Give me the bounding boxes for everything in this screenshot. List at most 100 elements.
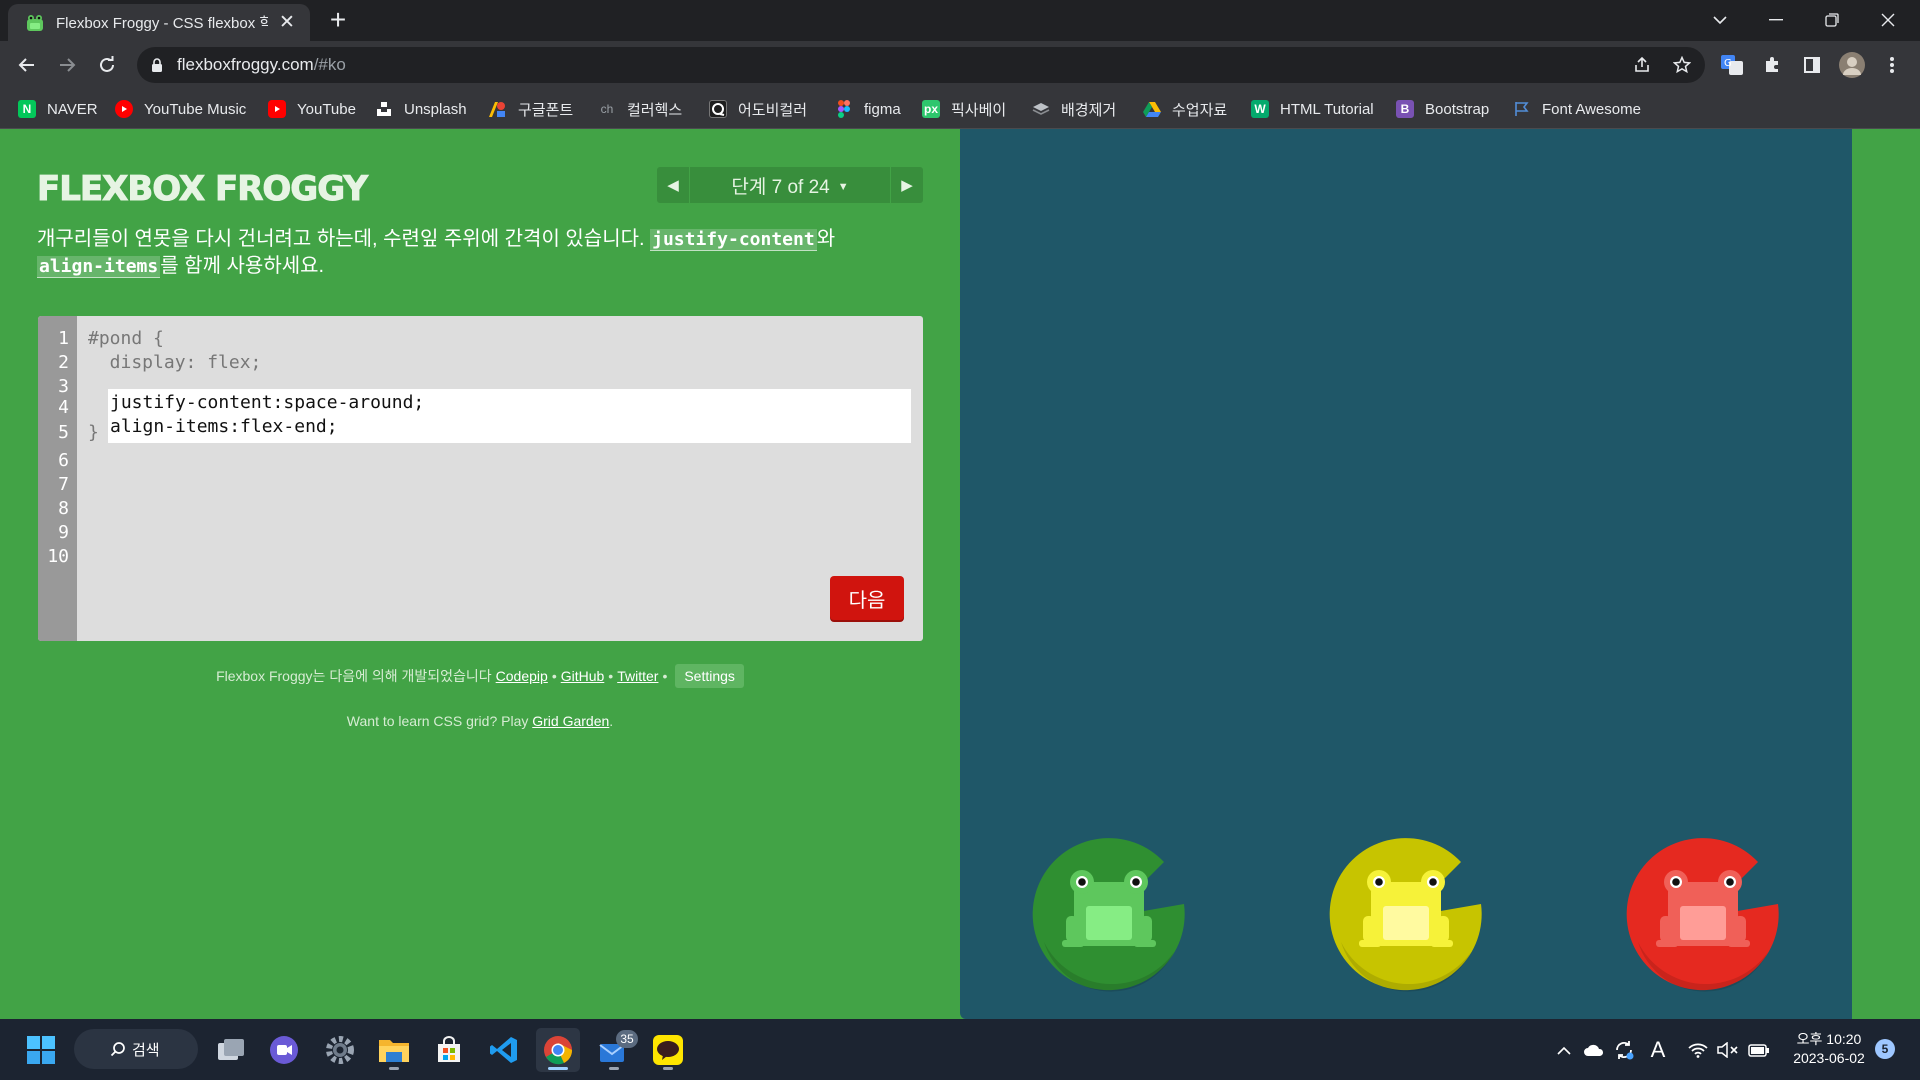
- credits: Flexbox Froggy는 다음에 의해 개발되었습니다 Codepip •…: [0, 664, 960, 688]
- back-button[interactable]: [11, 49, 43, 81]
- pixabay-icon: px: [922, 100, 940, 118]
- restore-icon: [1825, 13, 1839, 27]
- minimize-button[interactable]: [1748, 0, 1804, 40]
- bookmark-figma[interactable]: figma: [835, 96, 901, 122]
- tab-search-button[interactable]: [1692, 0, 1748, 40]
- microsoft-store-button[interactable]: [427, 1028, 471, 1072]
- kakaotalk-button[interactable]: [646, 1028, 690, 1072]
- close-window-button[interactable]: [1860, 0, 1916, 40]
- code-line-5: }: [88, 422, 99, 443]
- credits-text: Flexbox Froggy는 다음에 의해 개발되었습니다: [216, 668, 492, 684]
- tab-strip: Flexbox Froggy - CSS flexbox 학 ✕ +: [0, 0, 1920, 41]
- teams-chat-button[interactable]: [262, 1028, 306, 1072]
- volume-button[interactable]: [1714, 1028, 1742, 1072]
- start-button[interactable]: [19, 1028, 63, 1072]
- active-tab[interactable]: Flexbox Froggy - CSS flexbox 학 ✕: [8, 4, 310, 41]
- bookmark-google-fonts[interactable]: 구글폰트: [489, 96, 573, 122]
- caret-down-icon: ▼: [837, 180, 849, 193]
- bookmark-youtube-music[interactable]: YouTube Music: [115, 96, 246, 122]
- css-input[interactable]: [108, 389, 911, 443]
- level-indicator[interactable]: 단계 7 of 24 ▼: [690, 172, 890, 199]
- bookmark-naver[interactable]: N NAVER: [18, 96, 98, 122]
- task-view-button[interactable]: [209, 1028, 253, 1072]
- css-editor: 1 2 34 5 6 7 8 9 10 #pond { display: flex; }: [38, 316, 923, 641]
- battery-icon: [1748, 1044, 1769, 1057]
- grid-garden-link[interactable]: Grid Garden: [532, 713, 609, 729]
- bookmark-adobe-color[interactable]: 어도비컬러: [709, 96, 807, 122]
- translate-extension-button[interactable]: G: [1716, 49, 1748, 81]
- tab-close-icon[interactable]: ✕: [276, 11, 298, 34]
- chrome-menu-button[interactable]: [1876, 49, 1908, 81]
- bookmark-pixabay[interactable]: px 픽사베이: [922, 96, 1006, 122]
- notification-badge[interactable]: 5: [1875, 1039, 1895, 1059]
- bookmark-w3schools[interactable]: W HTML Tutorial: [1251, 96, 1374, 122]
- code-line-2: display: flex;: [88, 352, 262, 373]
- search-icon: [110, 1042, 125, 1057]
- svg-text:G: G: [1724, 58, 1732, 69]
- file-explorer-button[interactable]: [372, 1028, 416, 1072]
- system-clock[interactable]: 오후 10:20 2023-06-02: [1784, 1030, 1874, 1068]
- remove-bg-icon: [1032, 100, 1050, 118]
- vscode-button[interactable]: [482, 1028, 526, 1072]
- arrow-left-icon: [18, 58, 34, 72]
- game-logo: FLEXBOX FROGGY: [37, 169, 369, 210]
- bookmark-star-button[interactable]: [1666, 49, 1698, 81]
- taskbar-search[interactable]: 검색: [74, 1029, 198, 1069]
- bookmark-font-awesome[interactable]: Font Awesome: [1513, 96, 1641, 122]
- restore-button[interactable]: [1804, 0, 1860, 40]
- address-bar[interactable]: flexboxfroggy.com/#ko: [137, 47, 1705, 83]
- flexbox-froggy-page: FLEXBOX FROGGY ◀ 단계 7 of 24 ▼ ▶ 개구리들이 연못을…: [0, 129, 1920, 1019]
- chrome-taskbar-button[interactable]: [536, 1028, 580, 1072]
- onedrive-button[interactable]: [1580, 1028, 1608, 1072]
- justify-content-term[interactable]: justify-content: [650, 229, 817, 251]
- side-panel-button[interactable]: [1796, 49, 1828, 81]
- kakaotalk-icon: [653, 1035, 683, 1065]
- sync-icon: [1616, 1041, 1634, 1060]
- close-icon: [1881, 13, 1895, 27]
- reload-button[interactable]: [91, 49, 123, 81]
- settings-app-button[interactable]: [318, 1028, 362, 1072]
- grid-promo-text: Want to learn CSS grid? Play: [346, 713, 533, 729]
- bootstrap-icon: B: [1396, 100, 1414, 118]
- bookmark-bootstrap[interactable]: B Bootstrap: [1396, 96, 1489, 122]
- windows-taskbar: 검색 35 A 오후 10:20 2023-06-02 5: [0, 1019, 1920, 1080]
- bookmark-youtube[interactable]: YouTube: [268, 96, 356, 122]
- battery-button[interactable]: [1744, 1028, 1774, 1072]
- naver-icon: N: [18, 100, 36, 118]
- bookmark-remove-bg[interactable]: 배경제거: [1032, 96, 1116, 122]
- lock-icon[interactable]: [151, 57, 163, 73]
- next-button[interactable]: 다음: [830, 576, 904, 620]
- bookmark-colorhex[interactable]: ch 컬러헥스: [598, 96, 682, 122]
- bookmark-label: 컬러헥스: [627, 101, 683, 119]
- bookmark-label: 어도비컬러: [738, 101, 808, 119]
- next-level-button[interactable]: ▶: [890, 167, 923, 203]
- font-awesome-icon: [1513, 100, 1531, 118]
- share-button[interactable]: [1626, 49, 1658, 81]
- github-link[interactable]: GitHub: [561, 668, 605, 684]
- show-hidden-icons-button[interactable]: [1552, 1028, 1576, 1072]
- codepip-link[interactable]: Codepip: [496, 668, 548, 684]
- settings-button[interactable]: Settings: [675, 664, 744, 688]
- wifi-button[interactable]: [1684, 1028, 1712, 1072]
- ime-a-icon: A: [1650, 1037, 1666, 1062]
- gear-icon: [326, 1036, 354, 1064]
- extensions-button[interactable]: [1756, 49, 1788, 81]
- align-items-term[interactable]: align-items: [37, 256, 161, 278]
- sync-button[interactable]: [1610, 1028, 1638, 1072]
- previous-level-button[interactable]: ◀: [657, 167, 690, 203]
- ime-button[interactable]: A: [1644, 1028, 1672, 1072]
- css-input-area[interactable]: [108, 389, 911, 443]
- new-tab-button[interactable]: +: [324, 6, 352, 34]
- bookmark-label: 구글폰트: [518, 101, 574, 119]
- bookmark-label: 배경제거: [1061, 101, 1117, 119]
- twitter-link[interactable]: Twitter: [617, 668, 658, 684]
- profile-button[interactable]: [1836, 49, 1868, 81]
- mail-button[interactable]: 35: [592, 1028, 638, 1072]
- mail-badge: 35: [616, 1030, 638, 1048]
- bookmark-google-drive[interactable]: 수업자료: [1143, 96, 1227, 122]
- bookmark-unsplash[interactable]: Unsplash: [375, 96, 467, 122]
- line-number: 5: [58, 422, 69, 443]
- line-number: 10: [47, 546, 69, 567]
- forward-button[interactable]: [51, 49, 83, 81]
- folder-icon: [379, 1040, 409, 1062]
